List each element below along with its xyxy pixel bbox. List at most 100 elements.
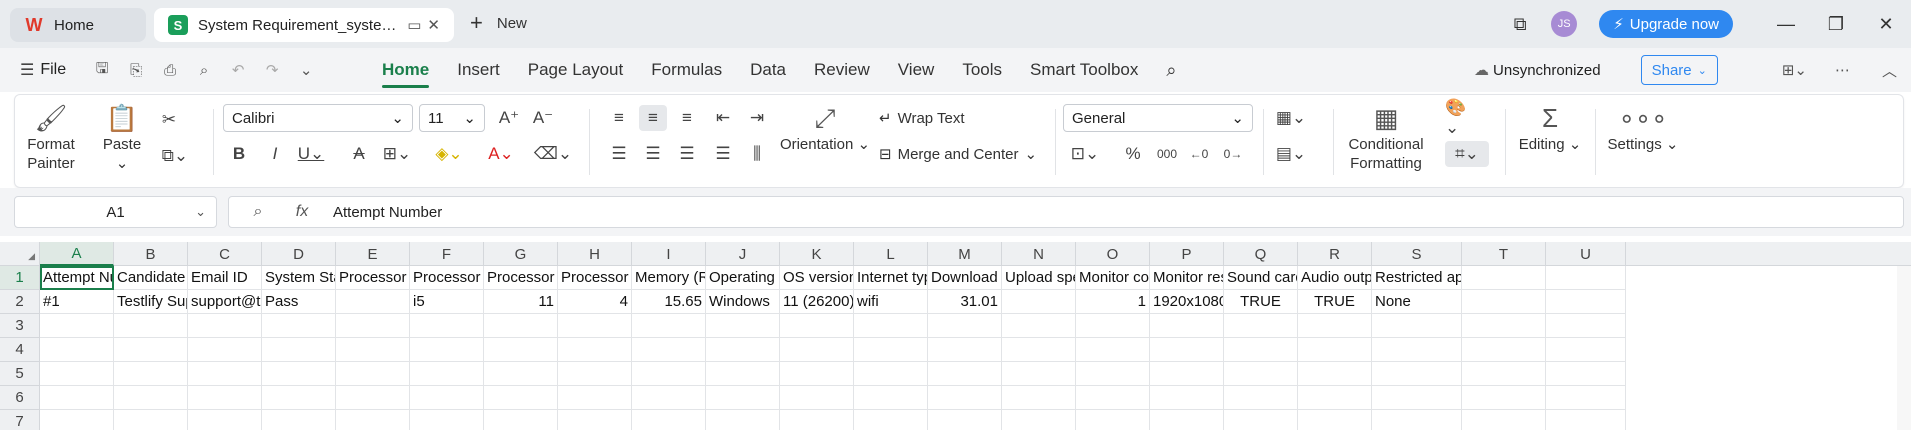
cell[interactable] <box>410 362 484 386</box>
cell[interactable] <box>410 314 484 338</box>
header-cell[interactable]: Monitor count <box>1076 266 1150 290</box>
cell[interactable]: 31.01 <box>928 290 1002 314</box>
cell[interactable] <box>484 410 558 430</box>
cell[interactable] <box>854 314 928 338</box>
cell[interactable] <box>1372 362 1462 386</box>
cut-icon[interactable]: ✂ <box>155 107 183 133</box>
tab-formulas[interactable]: Formulas <box>637 48 736 92</box>
cell[interactable] <box>114 362 188 386</box>
cell[interactable] <box>114 314 188 338</box>
column-header-r[interactable]: R <box>1298 242 1372 266</box>
conditional-formatting-button[interactable]: ▦ Conditional Formatting <box>1341 101 1431 173</box>
row-header-7[interactable]: 7 <box>0 410 40 430</box>
cell[interactable] <box>336 386 410 410</box>
cell[interactable] <box>410 338 484 362</box>
cell[interactable] <box>262 410 336 430</box>
column-header-i[interactable]: I <box>632 242 706 266</box>
header-cell[interactable]: Processor vendor <box>336 266 410 290</box>
cell[interactable] <box>188 314 262 338</box>
wrap-text-button[interactable]: ↵ Wrap Text <box>879 109 965 128</box>
cell[interactable] <box>410 410 484 430</box>
column-header-p[interactable]: P <box>1150 242 1224 266</box>
cell[interactable]: 1 <box>1076 290 1150 314</box>
cell[interactable]: 11 <box>484 290 558 314</box>
editing-button[interactable]: Σ Editing ⌄ <box>1515 101 1585 154</box>
align-center-icon[interactable]: ☰ <box>639 141 667 167</box>
tab-review[interactable]: Review <box>800 48 884 92</box>
column-header-m[interactable]: M <box>928 242 1002 266</box>
cell[interactable] <box>1298 362 1372 386</box>
borders-icon[interactable]: ⊞⌄ <box>383 141 412 167</box>
cell[interactable] <box>706 410 780 430</box>
cell[interactable] <box>1224 362 1298 386</box>
cell[interactable]: Windows <box>706 290 780 314</box>
cell[interactable] <box>336 362 410 386</box>
font-name-select[interactable]: Calibri ⌄ <box>223 104 413 132</box>
close-window-icon[interactable]: ✕ <box>1861 14 1911 35</box>
cell[interactable] <box>1546 338 1626 362</box>
align-right-icon[interactable]: ☰ <box>673 141 701 167</box>
header-cell[interactable]: Memory (RAM) <box>632 266 706 290</box>
increase-font-icon[interactable]: A⁺ <box>495 105 523 131</box>
cell[interactable] <box>928 386 1002 410</box>
cell[interactable] <box>780 386 854 410</box>
cell[interactable] <box>706 314 780 338</box>
cell[interactable] <box>780 410 854 430</box>
cell[interactable] <box>1002 314 1076 338</box>
redo-icon[interactable]: ↷ <box>258 56 286 84</box>
undo-icon[interactable]: ↶ <box>224 56 252 84</box>
print-preview-icon[interactable]: ⌕ <box>190 56 218 84</box>
column-header-c[interactable]: C <box>188 242 262 266</box>
new-tab-button[interactable]: + New <box>470 12 527 34</box>
maximize-icon[interactable]: ❐ <box>1811 14 1861 35</box>
cell[interactable] <box>262 338 336 362</box>
cell[interactable] <box>484 362 558 386</box>
formula-input[interactable]: ⌕ fx Attempt Number <box>228 196 1904 228</box>
font-size-select[interactable]: 11 ⌄ <box>419 104 485 132</box>
column-header-h[interactable]: H <box>558 242 632 266</box>
cell[interactable] <box>40 410 114 430</box>
cell[interactable] <box>928 314 1002 338</box>
cell[interactable] <box>780 338 854 362</box>
cell[interactable]: TRUE <box>1298 290 1372 314</box>
cell[interactable] <box>1076 362 1150 386</box>
distributed-icon[interactable]: ⫼ <box>743 141 771 167</box>
cell[interactable] <box>262 362 336 386</box>
cell[interactable] <box>1462 386 1546 410</box>
tab-insert[interactable]: Insert <box>443 48 514 92</box>
export-icon[interactable]: ⎘ <box>122 56 150 84</box>
cell[interactable] <box>1298 410 1372 430</box>
decrease-indent-icon[interactable]: ⇤ <box>709 105 737 131</box>
cell[interactable] <box>854 410 928 430</box>
row-header-4[interactable]: 4 <box>0 338 40 362</box>
cell[interactable] <box>40 362 114 386</box>
add-icon[interactable]: ⊞⌄ <box>1782 61 1807 79</box>
cell[interactable] <box>40 386 114 410</box>
home-tab[interactable]: W Home <box>10 8 146 42</box>
merge-center-button[interactable]: ⊟ Merge and Center ⌄ <box>879 145 1037 164</box>
header-cell[interactable] <box>1546 266 1626 290</box>
column-header-q[interactable]: Q <box>1224 242 1298 266</box>
cell[interactable]: 4 <box>558 290 632 314</box>
cell[interactable] <box>1224 338 1298 362</box>
cell[interactable] <box>854 362 928 386</box>
document-tab[interactable]: S System Requirement_system-requirement … <box>154 8 454 42</box>
tab-data[interactable]: Data <box>736 48 800 92</box>
cell[interactable] <box>336 290 410 314</box>
cell[interactable] <box>1298 338 1372 362</box>
cell[interactable] <box>1462 314 1546 338</box>
cell[interactable] <box>706 386 780 410</box>
cell[interactable] <box>854 338 928 362</box>
cell[interactable] <box>114 338 188 362</box>
search-icon[interactable]: ⌕ <box>1152 48 1190 92</box>
column-header-n[interactable]: N <box>1002 242 1076 266</box>
cell[interactable] <box>928 362 1002 386</box>
row-header-3[interactable]: 3 <box>0 314 40 338</box>
column-header-u[interactable]: U <box>1546 242 1626 266</box>
cell[interactable] <box>1372 410 1462 430</box>
cell[interactable] <box>1002 362 1076 386</box>
cell[interactable]: None <box>1372 290 1462 314</box>
header-cell[interactable]: Email ID <box>188 266 262 290</box>
cell[interactable] <box>706 362 780 386</box>
tab-smart-toolbox[interactable]: Smart Toolbox <box>1016 48 1152 92</box>
